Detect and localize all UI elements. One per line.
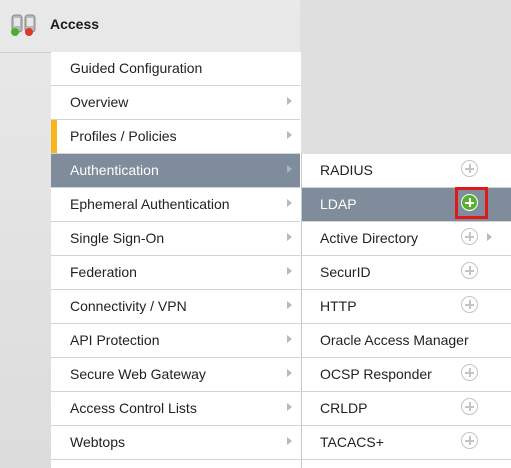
chevron-right-icon [287, 267, 292, 275]
menu-item-label: Single Sign-On [70, 230, 165, 246]
chevron-right-icon [287, 97, 292, 105]
chevron-right-icon [287, 233, 292, 241]
submenu-item-label: Active Directory [320, 230, 419, 246]
menu-item-profiles-policies[interactable]: Profiles / Policies [51, 120, 300, 154]
menu-item-label: Webtops [70, 434, 125, 450]
add-icon[interactable] [461, 228, 478, 245]
add-icon[interactable] [461, 296, 478, 313]
authentication-submenu: RADIUS LDAP Active Directory SecurID HTT… [301, 154, 511, 468]
menu-item-ephemeral-authentication[interactable]: Ephemeral Authentication [51, 188, 300, 222]
submenu-item-ocsp-responder[interactable]: OCSP Responder [302, 358, 511, 392]
menu-item-authentication[interactable]: Authentication [51, 154, 300, 188]
access-policy-icon [11, 14, 36, 36]
submenu-item-label: RADIUS [320, 162, 373, 178]
chevron-right-icon [287, 301, 292, 309]
access-header[interactable]: Access [0, 0, 300, 53]
chevron-right-icon [287, 165, 292, 173]
menu-item-guided-configuration[interactable]: Guided Configuration [51, 52, 300, 86]
menu-item-label: Access Control Lists [70, 400, 197, 416]
menu-item-label: Guided Configuration [70, 60, 203, 76]
chevron-right-icon [287, 199, 292, 207]
menu-item-access-control-lists[interactable]: Access Control Lists [51, 392, 300, 426]
menu-item-label: Overview [70, 94, 129, 110]
submenu-item-label: CRLDP [320, 400, 368, 416]
menu-item-federation[interactable]: Federation [51, 256, 300, 290]
submenu-item-oracle-access-manager[interactable]: Oracle Access Manager [302, 324, 511, 358]
menu-item-single-sign-on[interactable]: Single Sign-On [51, 222, 300, 256]
submenu-item-radius[interactable]: RADIUS [302, 154, 511, 188]
access-title: Access [50, 16, 100, 32]
menu-item-label: Federation [70, 264, 137, 280]
submenu-item-securid[interactable]: SecurID [302, 256, 511, 290]
submenu-item-crldp[interactable]: CRLDP [302, 392, 511, 426]
menu-item-connectivity-vpn[interactable]: Connectivity / VPN [51, 290, 300, 324]
menu-item-label: API Protection [70, 332, 160, 348]
submenu-item-label: LDAP [320, 196, 357, 212]
chevron-right-icon [287, 369, 292, 377]
menu-item-label: Connectivity / VPN [70, 298, 187, 314]
add-icon[interactable] [461, 432, 478, 449]
add-icon[interactable] [461, 262, 478, 279]
menu-item-label: Profiles / Policies [70, 128, 177, 144]
submenu-item-label: SecurID [320, 264, 371, 280]
add-icon[interactable] [461, 364, 478, 381]
menu-item-overview[interactable]: Overview [51, 86, 300, 120]
menu-item-label: Secure Web Gateway [70, 366, 206, 382]
add-icon[interactable] [461, 398, 478, 415]
submenu-item-label: Oracle Access Manager [320, 332, 469, 348]
menu-item-api-protection[interactable]: API Protection [51, 324, 300, 358]
menu-item-webtops[interactable]: Webtops [51, 426, 300, 460]
submenu-item-tacacs[interactable]: TACACS+ [302, 426, 511, 460]
add-icon[interactable] [461, 160, 478, 177]
access-menu: Guided Configuration Overview Profiles /… [51, 52, 301, 468]
submenu-item-label: HTTP [320, 298, 357, 314]
chevron-right-icon [287, 403, 292, 411]
submenu-item-http[interactable]: HTTP [302, 290, 511, 324]
chevron-right-icon [287, 437, 292, 445]
menu-item-label: Authentication [70, 162, 159, 178]
menu-item-label: Ephemeral Authentication [70, 196, 230, 212]
add-icon[interactable] [461, 194, 478, 211]
menu-item-secure-web-gateway[interactable]: Secure Web Gateway [51, 358, 300, 392]
submenu-item-ldap[interactable]: LDAP [302, 187, 511, 222]
chevron-right-icon [287, 131, 292, 139]
chevron-right-icon [287, 335, 292, 343]
submenu-item-label: TACACS+ [320, 434, 384, 450]
submenu-item-label: OCSP Responder [320, 366, 432, 382]
chevron-right-icon [487, 233, 492, 241]
submenu-item-active-directory[interactable]: Active Directory [302, 222, 511, 256]
